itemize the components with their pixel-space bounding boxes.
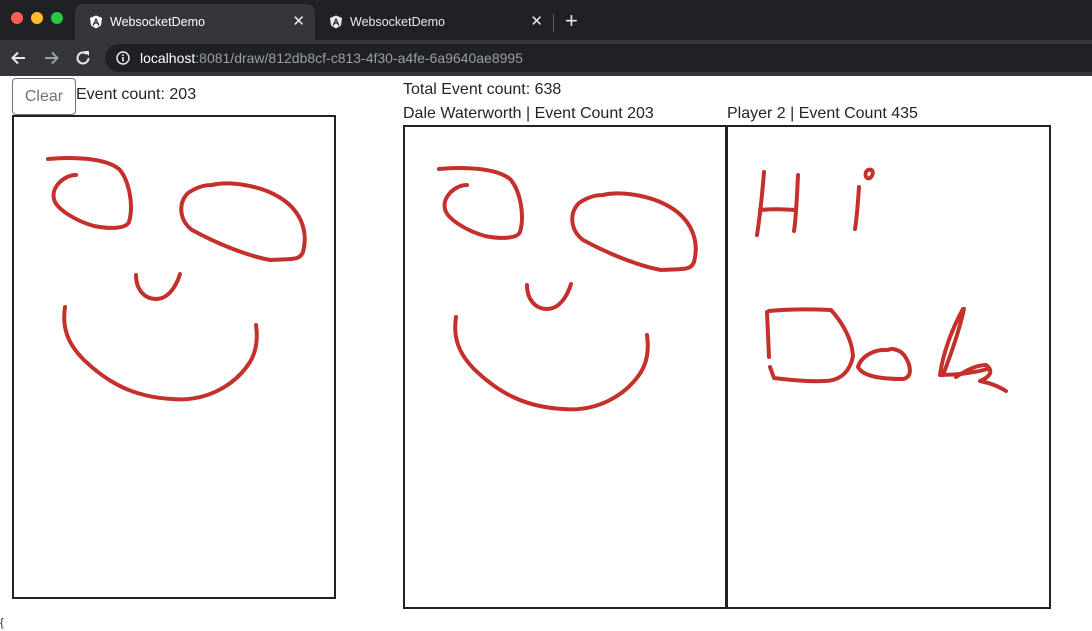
browser-tab-strip: WebsocketDemo ✕ WebsocketDemo ✕ + [0,0,1092,40]
player-2-canvas [726,125,1051,609]
drawing-canvas[interactable] [12,115,336,599]
tab-title: WebsocketDemo [350,15,445,29]
clear-button[interactable]: Clear [12,78,76,115]
player-2-label: Player 2 | Event Count 435 [727,105,918,122]
player-2-drawing-surface [755,167,1008,393]
browser-tab[interactable]: WebsocketDemo ✕ [315,4,553,40]
site-info-icon[interactable] [116,51,130,65]
new-tab-plus-icon[interactable]: + [565,9,578,33]
drawing-surface[interactable] [14,117,334,597]
address-bar[interactable]: localhost:8081/draw/812db8cf-c813-4f30-a… [105,44,1092,72]
smiley-face-drawing [46,156,307,402]
tab-title: WebsocketDemo [110,15,205,29]
total-event-count: Total Event count: 638 [403,81,562,98]
minimize-window-button[interactable] [31,12,43,24]
stray-text: { [0,617,4,629]
browser-toolbar: localhost:8081/draw/812db8cf-c813-4f30-a… [0,40,1092,76]
angular-favicon-icon [90,15,102,29]
url-path: :8081/draw/812db8cf-c813-4f30-a4fe-6a964… [195,50,523,66]
close-window-button[interactable] [11,12,23,24]
back-arrow-icon[interactable] [9,48,29,68]
maximize-window-button[interactable] [51,12,63,24]
tab-close-icon[interactable]: ✕ [530,13,543,31]
player-1-drawing-surface [437,166,698,412]
forward-arrow-icon[interactable] [41,48,61,68]
angular-favicon-icon [330,15,342,29]
tab-close-icon[interactable]: ✕ [292,13,305,31]
player-1-label: Dale Waterworth | Event Count 203 [403,105,654,122]
hi-dale-handwriting [755,167,1008,393]
url-host: localhost [140,50,196,66]
smiley-face-drawing [437,166,698,412]
local-event-count: Event count: 203 [76,86,197,103]
reload-icon[interactable] [73,48,93,68]
browser-tab-active[interactable]: WebsocketDemo ✕ [75,4,315,40]
tab-separator [553,14,554,32]
player-1-canvas [403,125,727,609]
url-text[interactable]: localhost:8081/draw/812db8cf-c813-4f30-a… [140,50,523,66]
